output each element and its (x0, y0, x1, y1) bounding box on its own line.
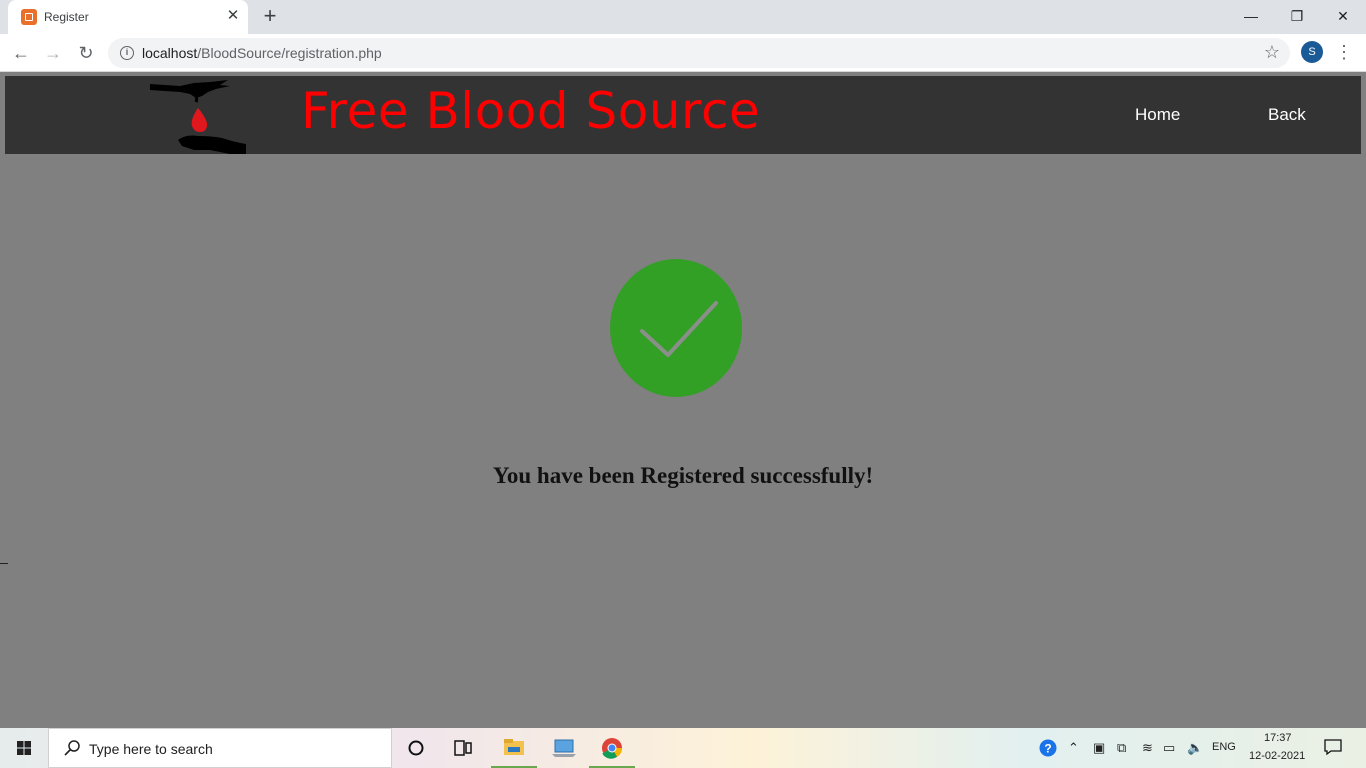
battery-icon[interactable]: ▭ (1163, 740, 1175, 756)
wifi-icon[interactable]: ≋ (1142, 740, 1153, 756)
address-bar[interactable]: i localhost/BloodSource/registration.php… (108, 38, 1290, 68)
cortana-icon[interactable] (393, 728, 439, 768)
nav-back-link[interactable]: Back (1268, 105, 1306, 125)
checkmark-icon (640, 301, 718, 357)
brand-title: Free Blood Source (301, 82, 761, 140)
taskbar-search-input[interactable]: Type here to search (48, 728, 392, 768)
windows-start-button[interactable] (0, 728, 48, 768)
new-tab-button[interactable]: + (258, 5, 282, 29)
bookmark-star-icon[interactable]: ☆ (1264, 42, 1280, 63)
task-view-icon[interactable] (440, 728, 486, 768)
chrome-icon[interactable] (589, 728, 635, 768)
profile-avatar[interactable]: S (1301, 41, 1323, 63)
meet-now-icon[interactable]: ▣ (1093, 740, 1105, 756)
search-placeholder: Type here to search (89, 741, 213, 757)
language-indicator[interactable]: ENG (1212, 741, 1236, 753)
browser-toolbar: ← → ↻ i localhost/BloodSource/registrati… (0, 34, 1366, 72)
site-navbar: Free Blood Source Home Back (5, 76, 1361, 154)
page-body (0, 72, 1366, 728)
search-icon (64, 740, 80, 756)
browser-tab[interactable]: Register ✕ (8, 0, 248, 34)
blood-drop-hands-logo-icon (150, 80, 246, 154)
notification-center-icon[interactable] (1324, 738, 1342, 759)
restore-icon[interactable]: ❐ (1274, 4, 1320, 28)
file-explorer-icon[interactable] (491, 728, 537, 768)
forward-icon[interactable]: → (40, 40, 66, 66)
tab-strip: Register ✕ + — ❐ ✕ (0, 0, 1366, 34)
volume-icon[interactable]: 🔈 (1187, 740, 1203, 756)
nav-home-link[interactable]: Home (1135, 105, 1180, 125)
notification-app-icon[interactable]: ⧉ (1117, 740, 1126, 756)
success-check-badge (610, 259, 742, 397)
info-icon[interactable]: i (120, 46, 134, 60)
minimize-icon[interactable]: — (1228, 4, 1274, 28)
xampp-favicon-icon (21, 9, 37, 25)
laptop-app-icon[interactable] (541, 728, 587, 768)
chevron-up-icon[interactable]: ⌃ (1068, 740, 1079, 756)
tab-close-icon[interactable]: ✕ (224, 7, 242, 25)
svg-text:?: ? (1044, 742, 1051, 756)
menu-icon[interactable]: ⋮ (1334, 40, 1354, 66)
clock-date[interactable]: 12-02-2021 (1249, 750, 1305, 762)
url-text: localhost/BloodSource/registration.php (142, 45, 382, 61)
tab-title: Register (44, 10, 89, 24)
window-close-icon[interactable]: ✕ (1320, 4, 1366, 28)
windows-logo-icon (17, 741, 31, 755)
success-message: You have been Registered successfully! (492, 463, 874, 488)
clock-time[interactable]: 17:37 (1264, 732, 1292, 744)
back-icon[interactable]: ← (8, 40, 34, 66)
windows-taskbar: Type here to search ? ⌃ ▣ ⧉ ≋ ▭ 🔈 ENG 17… (0, 728, 1366, 768)
reload-icon[interactable]: ↻ (73, 40, 99, 66)
help-icon[interactable]: ? (1039, 739, 1057, 760)
divider (0, 563, 8, 564)
